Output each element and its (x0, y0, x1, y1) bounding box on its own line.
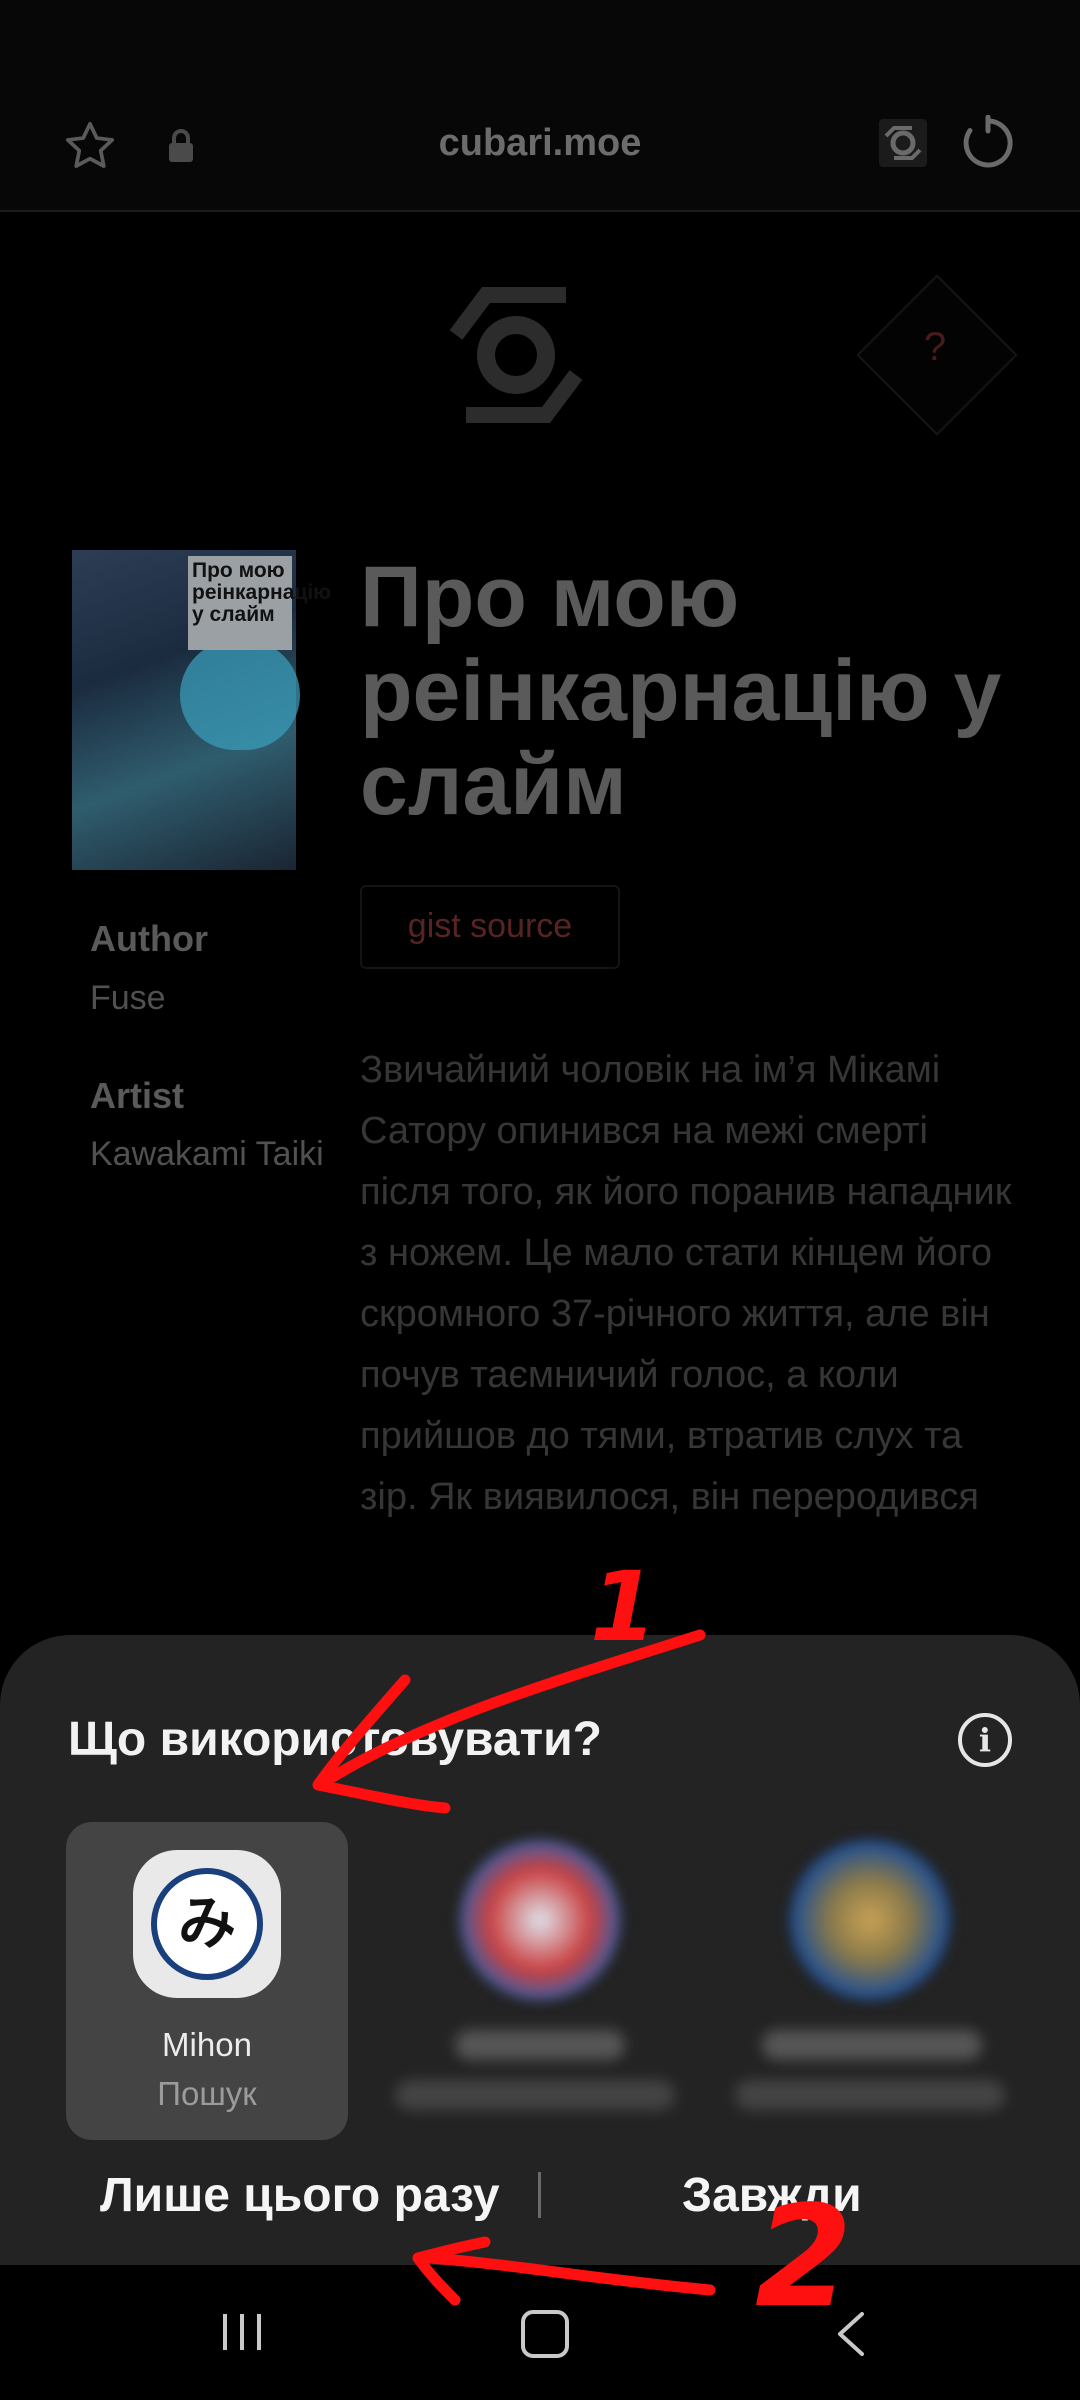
reload-icon[interactable] (960, 115, 1016, 171)
cubari-extension-icon[interactable] (878, 118, 928, 168)
recent-apps-icon[interactable] (220, 2310, 264, 2354)
app-option-name: Mihon (162, 2026, 252, 2063)
gist-source-button[interactable]: gist source (360, 885, 620, 969)
info-icon[interactable]: i (958, 1713, 1012, 1767)
always-button[interactable]: Завжди (682, 2168, 862, 2223)
app-option-blurred-label (762, 2030, 982, 2060)
author-heading: Author (90, 918, 208, 959)
app-option-blurred-subtitle (735, 2080, 1005, 2110)
app-option-blurred-icon[interactable] (460, 1840, 620, 2000)
manga-description: Звичайний чоловік на ім’я Мікамі Сатору … (360, 1049, 1012, 1518)
artist-heading: Artist (90, 1075, 185, 1116)
action-divider (538, 2172, 541, 2218)
app-option-blurred-label (455, 2030, 625, 2060)
author-value: Fuse (90, 979, 166, 1017)
app-option-subtitle: Пошук (157, 2075, 257, 2112)
just-once-button[interactable]: Лише цього разу (100, 2168, 500, 2223)
cover-title-text: Про мою реінкарнацію у слайм (192, 559, 332, 626)
browser-toolbar (0, 0, 1080, 212)
chooser-title: Що використовувати? (68, 1713, 602, 1766)
home-icon[interactable] (521, 2310, 569, 2358)
help-label: ? (923, 325, 947, 369)
cover-title-plate: Про мою реінкарнацію у слайм (188, 556, 332, 650)
artist-value: Kawakami Taiki (90, 1135, 324, 1173)
app-option-blurred-icon[interactable] (790, 1840, 950, 2000)
mihon-logo-glyph: み (151, 1868, 263, 1980)
back-icon[interactable] (830, 2310, 872, 2358)
cover-slime-art (180, 640, 300, 750)
app-option-blurred-subtitle (395, 2080, 675, 2110)
cubari-logo[interactable] (436, 285, 596, 425)
manga-title: Про мою реінкарнацію у слайм (360, 549, 1002, 833)
